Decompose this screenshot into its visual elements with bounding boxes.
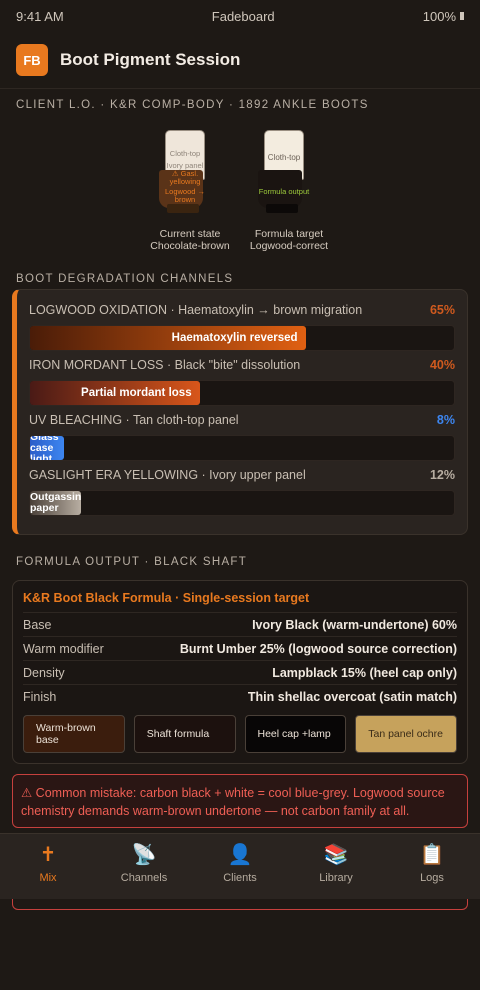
formula-row-base: Base Ivory Black (warm-undertone) 60% [23, 612, 457, 636]
channel-percent: 40% [429, 358, 455, 372]
swatch-heel-cap[interactable]: Heel cap +lamp [244, 715, 347, 753]
tab-label: Logs [420, 872, 444, 884]
channel-uv-bleaching[interactable]: UV BLEACHING · Tan cloth-top panel 8% Gl… [29, 413, 455, 468]
satellite-icon: 📡 [131, 844, 157, 866]
swatch-tan-panel[interactable]: Tan panel ochre [355, 715, 457, 753]
client-label: CLIENT L.O. · K&R COMP-BODY · 1892 ANKLE… [16, 99, 369, 111]
formula-value: Thin shellac overcoat (satin match) [247, 689, 457, 704]
formula-value: Lampblack 15% (heel cap only) [272, 665, 457, 680]
channel-percent: 12% [429, 468, 455, 482]
status-time: 9:41 AM [16, 8, 64, 24]
formula-row-warm-modifier: Warm modifier Burnt Umber 25% (logwood s… [23, 636, 457, 660]
tab-label: Channels [120, 872, 168, 884]
channel-bar-track: Partial mordant loss [29, 380, 455, 406]
current-warning-label: ⚠ Gasl. yellowing [169, 169, 201, 186]
current-top-label: Cloth-top [169, 149, 201, 158]
current-caption-line1: Current state [159, 228, 221, 240]
current-shaft-label: Logwood → brown [164, 187, 206, 204]
channel-bar-fill: Outgassing paper [30, 491, 81, 515]
header-divider [0, 88, 480, 89]
target-caption-line2: Logwood-correct [249, 240, 329, 252]
current-caption-line2: Chocolate-brown [150, 240, 230, 252]
target-caption-line1: Formula target [254, 228, 324, 240]
page-title: Boot Pigment Session [60, 50, 241, 69]
target-boot-caption: Formula target Logwood-correct [234, 228, 344, 252]
formula-key: Base [23, 617, 52, 632]
channel-percent: 8% [436, 413, 455, 427]
target-boot-illustration: Cloth-top Formula output [256, 130, 312, 216]
channel-gaslight-yellowing[interactable]: GASLIGHT ERA YELLOWING · Ivory upper pan… [29, 468, 455, 523]
swatch-shaft-formula[interactable]: Shaft formula [133, 715, 236, 753]
battery-indicator: 100% [423, 9, 464, 24]
clipboard-icon: 📋 [419, 844, 445, 866]
formula-key: Density [23, 665, 65, 680]
formula-card: K&R Boot Black Formula · Single-session … [12, 580, 468, 764]
tab-logs[interactable]: 📋 Logs [384, 834, 480, 899]
channels-section-label: BOOT DEGRADATION CHANNELS [16, 273, 234, 285]
channel-bar-fill: Partial mordant loss [30, 381, 200, 405]
tab-label: Clients [223, 872, 257, 884]
channel-bar-track: Glass case light [29, 435, 455, 461]
channel-name: GASLIGHT ERA YELLOWING · Ivory upper pan… [29, 468, 306, 482]
swatch-row: Warm-brown base Shaft formula Heel cap +… [23, 715, 457, 753]
formula-key: Warm modifier [23, 641, 104, 656]
common-mistake-warning: ⚠ Common mistake: carbon black + white =… [12, 774, 468, 828]
channel-logwood-oxidation[interactable]: LOGWOOD OXIDATION · Haematoxylin → brown… [29, 303, 455, 358]
tab-channels[interactable]: 📡 Channels [96, 834, 192, 899]
status-bar: 9:41 AM Fadeboard 100% [0, 0, 480, 32]
target-shaft-label: Formula output [258, 187, 310, 196]
target-top-label: Cloth-top [267, 153, 301, 162]
tab-label: Library [319, 872, 353, 884]
current-boot-illustration: Cloth-top Ivory panel ⚠ Gasl. yellowing … [157, 130, 213, 216]
books-icon: 📚 [323, 844, 349, 866]
channel-name: LOGWOOD OXIDATION · Haematoxylin → brown… [29, 303, 363, 317]
formula-value: Burnt Umber 25% (logwood source correcti… [179, 641, 457, 656]
target-boot-heel [266, 204, 298, 213]
formula-section-label: FORMULA OUTPUT · BLACK SHAFT [16, 556, 248, 568]
channel-percent: 65% [429, 303, 455, 317]
channel-iron-mordant-loss[interactable]: IRON MORDANT LOSS · Black "bite" dissolu… [29, 358, 455, 413]
current-boot-heel [167, 204, 199, 213]
degradation-channels-card: LOGWOOD OXIDATION · Haematoxylin → brown… [12, 289, 468, 535]
swatch-warm-brown-base[interactable]: Warm-brown base [23, 715, 125, 753]
formula-value: Ivory Black (warm-undertone) 60% [252, 617, 457, 632]
bottom-tab-bar: 🕇 Mix 📡 Channels 👤 Clients 📚 Library 📋 L… [0, 833, 480, 899]
person-icon: 👤 [227, 844, 253, 866]
boot-comparison: Cloth-top Ivory panel ⚠ Gasl. yellowing … [0, 126, 480, 256]
tab-clients[interactable]: 👤 Clients [192, 834, 288, 899]
channel-bar-track: Haematoxylin reversed [29, 325, 455, 351]
app-header: FB Boot Pigment Session [16, 44, 464, 76]
battery-icon [460, 12, 464, 20]
tab-label: Mix [39, 872, 57, 884]
battery-level: 100% [422, 8, 456, 24]
current-boot-caption: Current state Chocolate-brown [135, 228, 245, 252]
tab-library[interactable]: 📚 Library [288, 834, 384, 899]
mix-icon: 🕇 [42, 844, 54, 866]
formula-row-finish: Finish Thin shellac overcoat (satin matc… [23, 684, 457, 708]
app-logo: FB [16, 44, 48, 76]
status-app-name: Fadeboard [211, 8, 275, 24]
channel-bar-fill: Haematoxylin reversed [30, 326, 306, 350]
channel-name: IRON MORDANT LOSS · Black "bite" dissolu… [29, 358, 301, 372]
formula-key: Finish [23, 689, 57, 704]
formula-row-density: Density Lampblack 15% (heel cap only) [23, 660, 457, 684]
channel-bar-track: Outgassing paper [29, 490, 455, 516]
tab-mix[interactable]: 🕇 Mix [0, 834, 96, 899]
channel-bar-fill: Glass case light [30, 436, 64, 460]
channel-name: UV BLEACHING · Tan cloth-top panel [29, 413, 239, 427]
formula-title: K&R Boot Black Formula · Single-session … [23, 591, 310, 605]
